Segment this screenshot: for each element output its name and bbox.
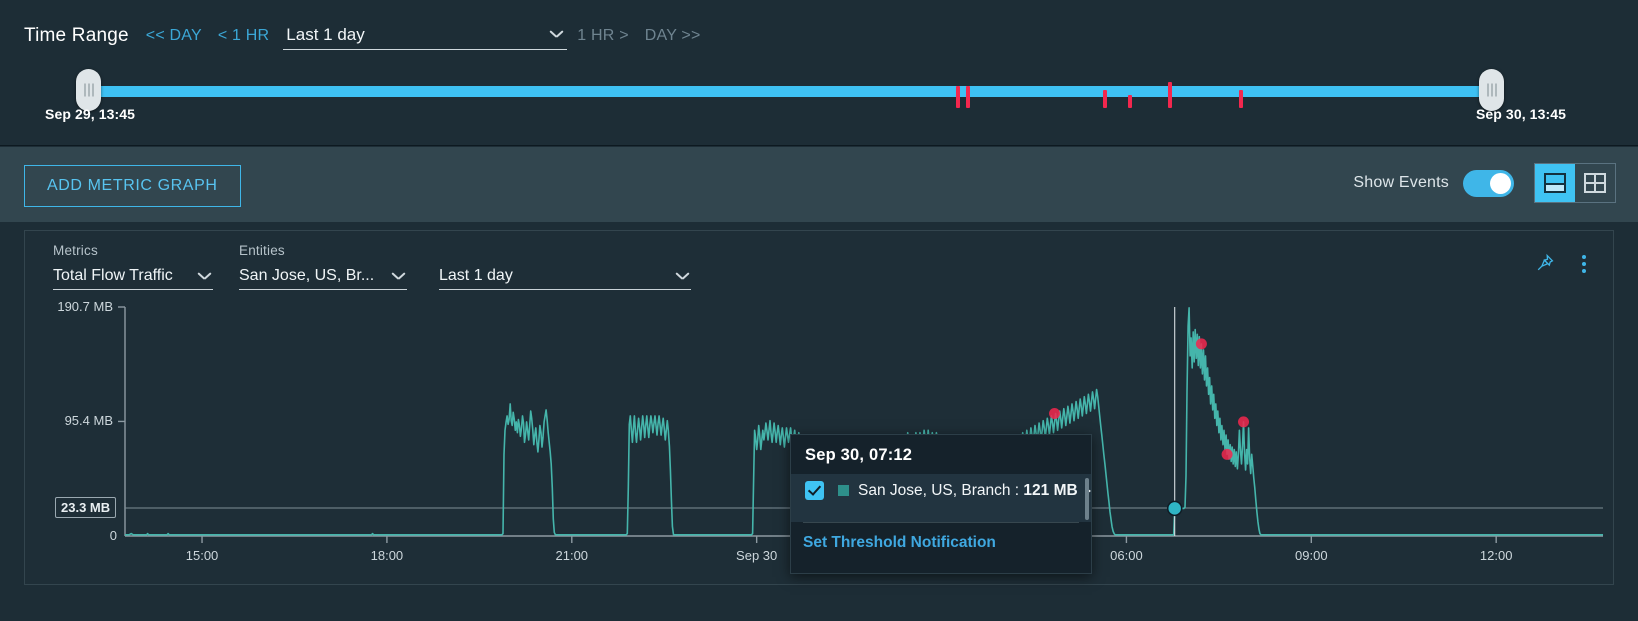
metrics-select[interactable]: Total Flow Traffic	[53, 264, 213, 290]
tooltip-footer: Set Threshold Notification	[803, 522, 1079, 552]
time-range-title: Time Range	[24, 25, 129, 46]
pin-icon[interactable]	[1535, 253, 1555, 273]
slider-event-mark	[1128, 95, 1133, 108]
y-axis-tick-label: 190.7 MB	[57, 299, 113, 314]
show-events-toggle[interactable]	[1463, 169, 1514, 197]
metric-dashboard: Time Range << DAY < 1 HR Last 1 day 1 HR…	[0, 0, 1638, 621]
time-range-value: Last 1 day	[286, 25, 365, 44]
entities-control: Entities San Jose, US, Br...	[239, 243, 407, 290]
time-range-slider[interactable]	[76, 69, 1504, 111]
grip-icon	[84, 83, 93, 97]
y-axis-tick-label: 95.4 MB	[64, 413, 113, 429]
slider-event-mark	[955, 86, 960, 108]
card-action-icons	[1535, 253, 1593, 273]
kebab-menu-icon[interactable]	[1575, 253, 1593, 273]
card-range-select[interactable]: Last 1 day	[439, 264, 691, 290]
slider-handle-end[interactable]	[1479, 69, 1504, 111]
toolbar-right-group: Show Events	[1353, 163, 1616, 203]
range-start-label: Sep 29, 13:45	[45, 106, 136, 122]
card-range-spacer	[439, 243, 691, 258]
next-day-button[interactable]: DAY >>	[645, 22, 701, 50]
x-axis-tick-label: 15:00	[185, 548, 219, 563]
series-checkbox[interactable]	[805, 481, 824, 500]
tooltip-series-value: 121 MB	[1023, 481, 1078, 499]
prev-day-button[interactable]: << DAY	[146, 22, 202, 50]
metrics-label: Metrics	[53, 243, 98, 258]
range-end-label: Sep 30, 13:45	[1475, 106, 1566, 122]
card-range-value: Last 1 day	[439, 267, 513, 284]
layout-switcher	[1534, 163, 1616, 203]
time-range-select[interactable]: Last 1 day	[283, 22, 568, 50]
layout-rows-button[interactable]	[1535, 164, 1575, 202]
show-events-label: Show Events	[1353, 174, 1449, 191]
slider-event-mark	[965, 86, 970, 108]
series-color-swatch	[838, 485, 849, 496]
tooltip-series-row: San Jose, US, Branch : 121 MB	[791, 481, 1091, 500]
x-axis-tick-label: 06:00	[1110, 548, 1143, 563]
x-axis-tick-label: 21:00	[555, 548, 589, 563]
data-point-tooltip: Sep 30, 07:12 San Jose, US, Branch : 121…	[790, 434, 1092, 574]
x-axis-tick-label: Sep 30	[736, 548, 778, 563]
entities-select[interactable]: San Jose, US, Br...	[239, 264, 407, 290]
tooltip-scrollbar[interactable]	[1085, 478, 1089, 520]
next-hour-button[interactable]: 1 HR >	[577, 22, 628, 50]
grid-layout-icon	[1584, 173, 1606, 193]
slider-track[interactable]	[88, 86, 1492, 97]
slider-event-mark	[1103, 90, 1108, 108]
slider-event-mark	[1167, 82, 1172, 108]
toggle-knob	[1490, 172, 1511, 194]
prev-hour-button[interactable]: < 1 HR	[218, 22, 269, 50]
tooltip-series-name: San Jose, US, Branch	[858, 481, 1011, 499]
layout-grid-button[interactable]	[1575, 164, 1615, 202]
y-axis-tick-label: 0	[109, 528, 117, 543]
tooltip-series-list: San Jose, US, Branch : 121 MB	[791, 474, 1091, 522]
tooltip-series-text: San Jose, US, Branch : 121 MB	[858, 482, 1078, 500]
card-controls: Metrics Total Flow Traffic Entities San …	[53, 243, 717, 290]
time-range-panel: Time Range << DAY < 1 HR Last 1 day 1 HR…	[0, 0, 1638, 146]
rows-layout-icon	[1544, 173, 1566, 193]
x-axis-tick-label: 12:00	[1479, 548, 1513, 563]
metrics-value: Total Flow Traffic	[53, 267, 173, 284]
time-range-controls: Time Range << DAY < 1 HR Last 1 day 1 HR…	[24, 22, 701, 50]
x-axis-tick-label: 18:00	[370, 548, 404, 563]
card-range-control: Last 1 day	[439, 243, 691, 290]
tooltip-timestamp: Sep 30, 07:12	[805, 446, 913, 464]
entities-value: San Jose, US, Br...	[239, 267, 375, 284]
add-metric-graph-button[interactable]: ADD METRIC GRAPH	[24, 165, 241, 207]
tooltip-separator: :	[1010, 481, 1024, 499]
metrics-control: Metrics Total Flow Traffic	[53, 243, 213, 290]
grip-icon	[1487, 83, 1496, 97]
set-threshold-notification-link[interactable]: Set Threshold Notification	[803, 534, 996, 551]
slider-handle-start[interactable]	[76, 69, 101, 111]
dashboard-toolbar: ADD METRIC GRAPH Show Events	[0, 147, 1638, 222]
x-axis-tick-label: 09:00	[1295, 548, 1328, 563]
threshold-badge: 23.3 MB	[55, 497, 117, 519]
entities-label: Entities	[239, 243, 285, 258]
slider-event-mark	[1239, 90, 1244, 108]
